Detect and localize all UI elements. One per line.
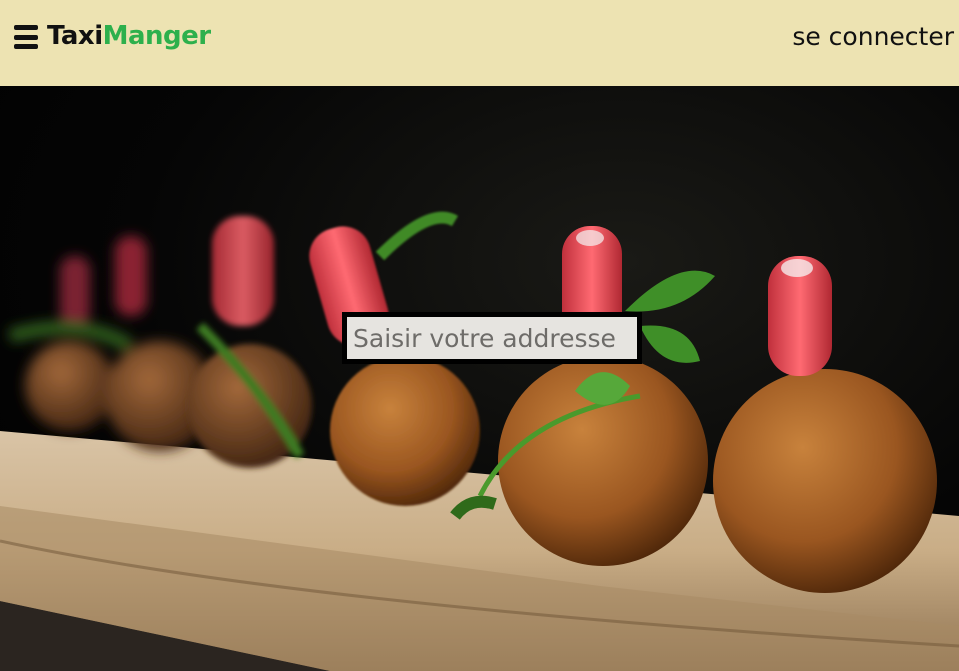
top-bar: TaxiManger se connecter bbox=[0, 0, 959, 86]
menu-line bbox=[14, 34, 38, 40]
address-search-input[interactable] bbox=[342, 312, 642, 364]
food-croquettes-photo bbox=[0, 211, 959, 671]
login-link[interactable]: se connecter bbox=[792, 22, 954, 51]
brand-name-part1: Taxi bbox=[47, 21, 103, 51]
brand-logo[interactable]: TaxiManger bbox=[47, 21, 211, 51]
brand-name-part2: Manger bbox=[102, 21, 212, 51]
menu-line bbox=[14, 25, 38, 30]
menu-line bbox=[14, 44, 38, 49]
hamburger-menu-icon[interactable] bbox=[14, 25, 38, 49]
hero-food-image bbox=[0, 86, 959, 671]
